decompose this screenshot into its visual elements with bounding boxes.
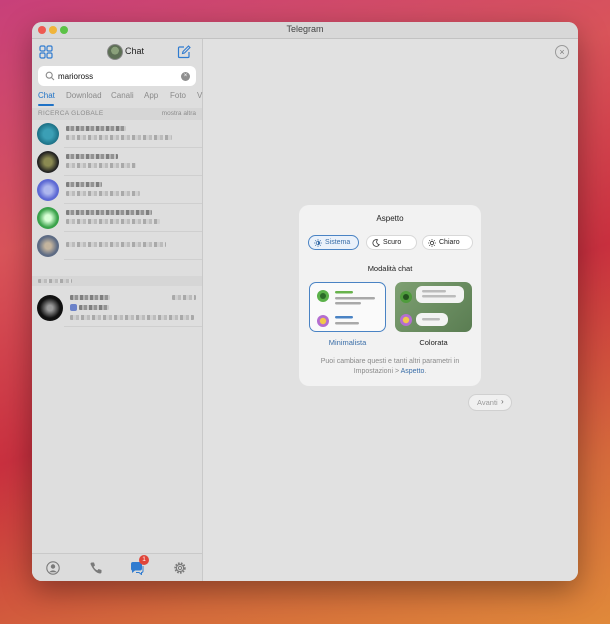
settings-icon[interactable] [173, 561, 187, 575]
next-label: Avanti [477, 398, 498, 407]
active-tab-indicator [38, 104, 54, 106]
tab-app[interactable]: App [144, 91, 158, 100]
card-title: Aspetto [376, 214, 404, 223]
style-minimalista-option[interactable] [309, 282, 386, 332]
tab-download[interactable]: Download [66, 91, 102, 100]
moon-icon [372, 239, 380, 247]
tab-more[interactable]: V [197, 91, 202, 100]
section-title: RICERCA GLOBALE [38, 110, 104, 117]
colorful-preview [400, 286, 464, 326]
profile-icon[interactable] [46, 561, 60, 575]
option-label-minimalista: Minimalista [328, 338, 367, 347]
bottom-nav: 1 [32, 553, 202, 581]
filter-tabs: Chat Download Canali App Foto V [38, 91, 202, 106]
theme-label: Sistema [325, 239, 351, 246]
search-icon [45, 71, 55, 81]
avatar [37, 123, 59, 145]
sun-icon [428, 239, 436, 247]
settings-hint: Puoi cambiare questi e tanti altri param… [309, 357, 471, 377]
next-button[interactable]: Avanti › [468, 394, 512, 411]
search-input[interactable] [58, 69, 178, 83]
section-divider [32, 276, 202, 286]
main-panel: × Aspetto Sistema Scuro Chiaro Modalità … [203, 39, 578, 581]
appearance-link[interactable]: Aspetto [401, 368, 425, 375]
avatar [37, 151, 59, 173]
show-more-link[interactable]: mostra altra [162, 110, 196, 117]
theme-label: Scuro [383, 239, 402, 246]
appearance-card: Aspetto Sistema Scuro Chiaro Modalità ch… [299, 205, 481, 386]
sidebar-header: Chat [32, 39, 202, 65]
sidebar-title: Chat [125, 46, 145, 56]
theme-scuro-button[interactable]: Scuro [366, 235, 417, 250]
global-search-header: RICERCA GLOBALE mostra altra [32, 108, 202, 120]
avatar [37, 235, 59, 257]
window-title: Telegram [286, 24, 324, 34]
avatar [37, 179, 59, 201]
list-item[interactable] [32, 148, 202, 176]
clear-search-icon[interactable]: × [181, 72, 190, 81]
list-item[interactable] [32, 204, 202, 232]
tab-canali[interactable]: Canali [111, 91, 134, 100]
minimal-preview [317, 290, 375, 327]
compose-icon[interactable] [177, 45, 191, 59]
list-item[interactable] [32, 176, 202, 204]
sidebar: Chat × Chat Download Canali App Foto V R… [32, 39, 203, 581]
hint-end: . [424, 368, 427, 375]
list-item[interactable] [32, 232, 202, 260]
tab-foto[interactable]: Foto [170, 91, 186, 100]
hint-text: Puoi cambiare questi e tanti altri param… [320, 358, 460, 375]
telegram-window: Telegram Chat × C [32, 22, 578, 581]
chevron-right-icon: › [501, 397, 504, 406]
phone-icon[interactable] [89, 561, 103, 575]
list-item[interactable] [32, 120, 202, 148]
user-avatar[interactable] [107, 44, 123, 60]
title-bar[interactable]: Telegram [32, 22, 578, 39]
unread-badge: 1 [139, 555, 149, 565]
tab-chat[interactable]: Chat [38, 91, 55, 100]
theme-chiaro-button[interactable]: Chiaro [422, 235, 473, 250]
search-box: × [38, 66, 196, 86]
folders-grid-icon[interactable] [39, 45, 53, 59]
media-thumb-icon [70, 304, 77, 311]
avatar [37, 207, 59, 229]
chat-mode-title: Modalità chat [367, 264, 413, 273]
avatar [37, 295, 63, 321]
option-label-colorata: Colorata [419, 338, 448, 347]
close-icon[interactable]: × [555, 45, 569, 59]
sun-half-icon [314, 239, 322, 247]
theme-sistema-button[interactable]: Sistema [308, 235, 359, 250]
theme-label: Chiaro [439, 239, 460, 246]
style-colorata-option[interactable] [395, 282, 472, 332]
list-item[interactable] [32, 289, 202, 327]
